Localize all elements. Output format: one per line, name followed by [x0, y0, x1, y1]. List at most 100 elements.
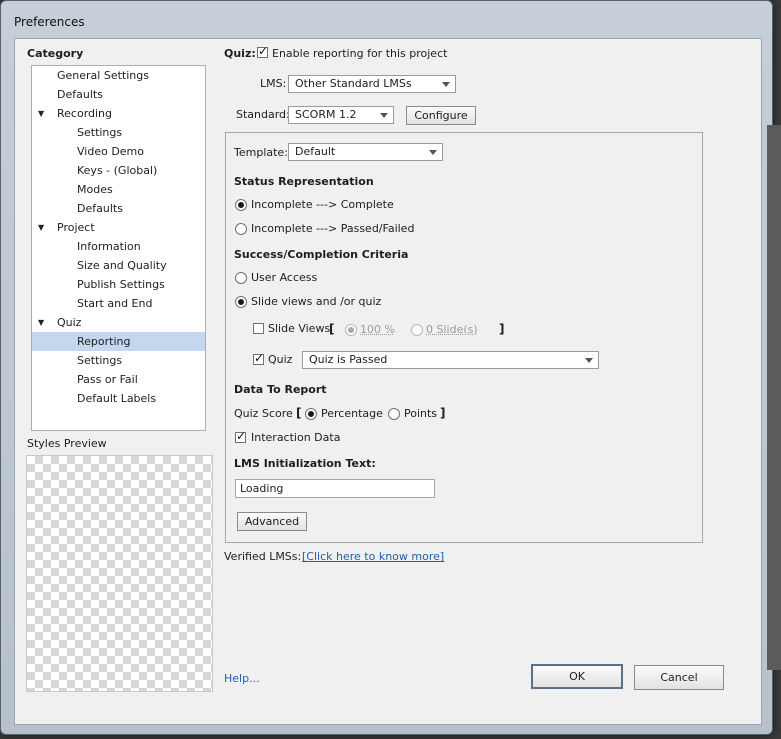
template-value: Default [295, 145, 336, 158]
lms-label: LMS: [260, 77, 287, 90]
enable-reporting-checkbox[interactable]: ✓ [257, 44, 269, 58]
tree-item-defaults[interactable]: Defaults [32, 85, 205, 104]
tree-item-recording-settings[interactable]: Settings [32, 123, 205, 142]
standard-dropdown[interactable]: SCORM 1.2 [288, 106, 394, 124]
chevron-down-icon [429, 150, 437, 155]
tree-item-information[interactable]: Information [32, 237, 205, 256]
percentage-label: Percentage [321, 407, 383, 420]
tree-item-label: Quiz [57, 316, 82, 329]
quiz-criteria-label: Quiz [268, 353, 293, 366]
status-passed-failed-radio[interactable] [235, 223, 247, 235]
tree-item-label: Defaults [57, 88, 103, 101]
percentage-radio[interactable] [305, 408, 317, 420]
points-label: Points [404, 407, 438, 420]
slide-views-bracket-open: [ [329, 322, 335, 336]
styles-preview-label: Styles Preview [27, 437, 107, 450]
tree-item-general-settings[interactable]: General Settings [32, 66, 205, 85]
quiz-score-bracket-open: [ [296, 406, 302, 420]
checkmark-icon: ✓ [254, 351, 265, 365]
chevron-down-icon [380, 113, 388, 118]
tree-item-quiz[interactable]: ▼ Quiz [32, 313, 205, 332]
chevron-down-icon [585, 358, 593, 363]
quiz-criteria-dropdown[interactable]: Quiz is Passed [302, 351, 599, 369]
category-heading: Category [27, 47, 84, 60]
enable-reporting-label: Enable reporting for this project [272, 47, 448, 60]
status-passed-failed-label: Incomplete ---> Passed/Failed [251, 222, 415, 235]
tree-item-label: Start and End [77, 297, 153, 310]
advanced-button[interactable]: Advanced [237, 512, 307, 531]
tree-item-project[interactable]: ▼ Project [32, 218, 205, 237]
criteria-heading: Success/Completion Criteria [234, 248, 409, 261]
tree-item-label: Defaults [77, 202, 123, 215]
tree-item-default-labels[interactable]: Default Labels [32, 389, 205, 408]
status-complete-label: Incomplete ---> Complete [251, 198, 394, 211]
quiz-score-bracket-close: ] [440, 406, 446, 420]
slide-views-count-value[interactable]: 0 Slide(s) [426, 323, 478, 336]
status-complete-radio[interactable] [235, 199, 247, 211]
window-title: Preferences [14, 15, 85, 29]
know-more-link[interactable]: [Click here to know more] [302, 550, 444, 563]
radio-dot [238, 299, 244, 305]
slide-views-bracket-close: ] [499, 322, 505, 336]
tree-item-label: General Settings [57, 69, 149, 82]
tree-item-label: Publish Settings [77, 278, 165, 291]
slide-views-percent-value[interactable]: 100 % [360, 323, 395, 336]
lms-init-heading: LMS Initialization Text: [234, 457, 376, 470]
tree-item-label: Modes [77, 183, 113, 196]
data-to-report-heading: Data To Report [234, 383, 327, 396]
tree-item-label: Recording [57, 107, 113, 120]
quiz-score-label: Quiz Score [234, 407, 293, 420]
tree-item-keys-global[interactable]: Keys - (Global) [32, 161, 205, 180]
slide-views-or-quiz-radio[interactable] [235, 296, 247, 308]
tree-item-pass-or-fail[interactable]: Pass or Fail [32, 370, 205, 389]
interaction-data-label: Interaction Data [251, 431, 341, 444]
tree-item-modes[interactable]: Modes [32, 180, 205, 199]
checkmark-icon: ✓ [236, 429, 247, 443]
quiz-label: Quiz: [224, 47, 256, 60]
tree-item-label: Information [77, 240, 141, 253]
status-representation-heading: Status Representation [234, 175, 374, 188]
tree-item-label: Size and Quality [77, 259, 167, 272]
verified-lms-label: Verified LMSs: [224, 550, 302, 563]
slide-views-checkbox[interactable] [253, 323, 264, 334]
lms-init-text-input[interactable]: Loading [235, 479, 435, 498]
tree-item-label: Video Demo [77, 145, 144, 158]
user-access-radio[interactable] [235, 272, 247, 284]
template-dropdown[interactable]: Default [288, 143, 443, 161]
tree-item-publish-settings[interactable]: Publish Settings [32, 275, 205, 294]
lms-dropdown[interactable]: Other Standard LMSs [288, 75, 456, 93]
radio-dot [308, 411, 314, 417]
slide-views-count-radio[interactable] [411, 324, 423, 336]
help-link[interactable]: Help... [224, 672, 260, 685]
slide-views-percent-radio[interactable] [345, 324, 357, 336]
tree-item-video-demo[interactable]: Video Demo [32, 142, 205, 161]
radio-dot [238, 202, 244, 208]
interaction-data-checkbox[interactable]: ✓ [235, 429, 247, 443]
tree-item-recording[interactable]: ▼ Recording [32, 104, 205, 123]
tree-item-recording-defaults[interactable]: Defaults [32, 199, 205, 218]
tree-item-size-and-quality[interactable]: Size and Quality [32, 256, 205, 275]
cancel-button[interactable]: Cancel [634, 665, 724, 690]
expand-arrow-icon[interactable]: ▼ [38, 104, 44, 123]
tree-item-start-and-end[interactable]: Start and End [32, 294, 205, 313]
styles-preview-area [26, 455, 213, 692]
tree-item-quiz-settings[interactable]: Settings [32, 351, 205, 370]
ok-button[interactable]: OK [531, 664, 623, 689]
slide-views-label: Slide Views [268, 322, 331, 335]
chevron-down-icon [442, 82, 450, 87]
expand-arrow-icon[interactable]: ▼ [38, 218, 44, 237]
expand-arrow-icon[interactable]: ▼ [38, 313, 44, 332]
category-tree[interactable]: General Settings Defaults ▼ Recording Set… [31, 65, 206, 431]
radio-dot [348, 327, 354, 333]
tree-item-label: Settings [77, 126, 123, 139]
tree-item-reporting[interactable]: Reporting [32, 332, 205, 351]
slide-views-or-quiz-label: Slide views and /or quiz [251, 295, 382, 308]
user-access-label: User Access [251, 271, 318, 284]
tree-item-label: Project [57, 221, 95, 234]
checkmark-icon: ✓ [258, 44, 269, 58]
quiz-criteria-checkbox[interactable]: ✓ [253, 351, 265, 365]
configure-button[interactable]: Configure [406, 106, 476, 125]
points-radio[interactable] [388, 408, 400, 420]
background-window-edge [767, 125, 781, 670]
tree-item-label: Settings [77, 354, 123, 367]
